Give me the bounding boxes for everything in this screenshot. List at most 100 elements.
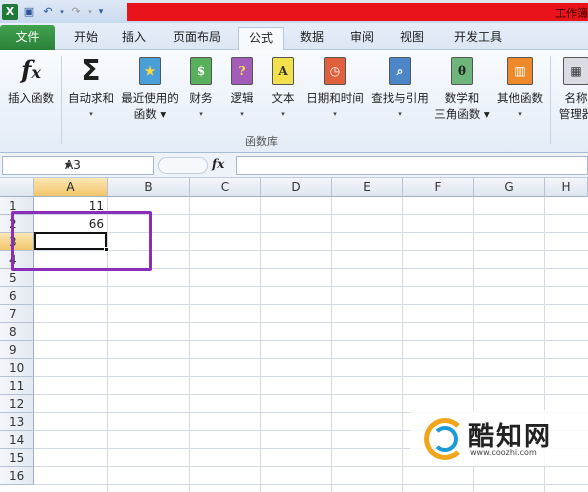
- redo-icon[interactable]: ↷: [68, 4, 84, 20]
- formula-bar-controls: [158, 157, 208, 174]
- tab-insert[interactable]: 插入: [114, 27, 154, 50]
- button-label: 自动求和: [68, 91, 114, 105]
- text-book-icon: A: [268, 55, 298, 87]
- quick-access-toolbar: X ▣ ↶ ▾ ↷ ▾ ▾: [2, 2, 106, 21]
- row-header-8[interactable]: 8: [0, 323, 34, 341]
- chevron-down-icon: ▾: [398, 110, 402, 118]
- tab-developer[interactable]: 开发工具: [446, 27, 510, 50]
- row-header-16[interactable]: 16: [0, 467, 34, 485]
- customize-qat-icon[interactable]: ▾: [96, 4, 106, 20]
- row-header-5[interactable]: 5: [0, 269, 34, 287]
- button-label: 日期和时间: [306, 91, 364, 105]
- calendar-book-icon: ◷: [320, 55, 350, 87]
- column-header-b[interactable]: B: [108, 178, 190, 197]
- sigma-icon: Σ: [81, 54, 101, 87]
- column-header-a[interactable]: A: [34, 178, 108, 197]
- row-header-9[interactable]: 9: [0, 341, 34, 359]
- fx-icon: fx: [21, 54, 41, 84]
- watermark-url: www.coozhi.com: [470, 448, 537, 457]
- books-stack-icon: ▥: [505, 55, 535, 87]
- chevron-down-icon: ▾: [281, 110, 285, 118]
- name-manager-icon: ▦: [561, 55, 588, 87]
- row-header-6[interactable]: 6: [0, 287, 34, 305]
- row-header-14[interactable]: 14: [0, 431, 34, 449]
- autosum-button[interactable]: Σ 自动求和 ▾: [63, 55, 119, 122]
- name-box[interactable]: A3 ▼: [2, 156, 154, 175]
- column-header-f[interactable]: F: [403, 178, 474, 197]
- tab-home[interactable]: 开始: [64, 27, 108, 50]
- column-line: [189, 197, 190, 492]
- separator: [61, 56, 62, 144]
- text-button[interactable]: A 文本 ▾: [265, 55, 301, 122]
- separator: [550, 56, 551, 144]
- select-all-corner[interactable]: [0, 178, 34, 197]
- chevron-down-icon: ▾: [518, 110, 522, 118]
- column-header-g[interactable]: G: [474, 178, 545, 197]
- button-label: 最近使用的: [121, 91, 179, 105]
- formula-bar: A3 ▼ fx: [0, 153, 588, 178]
- name-manager-button[interactable]: ▦ 名称 管理器: [553, 55, 588, 122]
- chevron-down-icon: ▾: [333, 110, 337, 118]
- tab-review[interactable]: 审阅: [342, 27, 382, 50]
- ribbon-tabs: 文件 开始 插入 页面布局 公式 数据 审阅 视图 开发工具: [0, 23, 588, 51]
- math-trig-button[interactable]: θ 数学和 三角函数 ▾: [432, 55, 492, 122]
- recently-used-button[interactable]: ★ 最近使用的 函数 ▾: [119, 55, 181, 122]
- button-label: 名称: [564, 91, 588, 105]
- column-line: [260, 197, 261, 492]
- undo-icon[interactable]: ↶: [40, 4, 56, 20]
- lookup-reference-button[interactable]: ⌕ 查找与引用 ▾: [368, 55, 432, 122]
- insert-function-icon[interactable]: fx: [212, 157, 224, 171]
- ribbon-panel: fx 插入函数 Σ 自动求和 ▾ ★ 最近使用的 函数 ▾ $ 财务 ▾ ? 逻…: [0, 50, 588, 153]
- tab-data[interactable]: 数据: [292, 27, 332, 50]
- button-label-2: 函数 ▾: [133, 107, 167, 121]
- financial-button[interactable]: $ 财务 ▾: [183, 55, 219, 122]
- button-label: 插入函数: [8, 91, 54, 105]
- row-header-11[interactable]: 11: [0, 377, 34, 395]
- magnifier-book-icon: ⌕: [385, 55, 415, 87]
- button-label-2: 管理器: [558, 107, 588, 121]
- logical-book-icon: ?: [227, 55, 257, 87]
- chevron-down-icon: ▾: [89, 110, 93, 118]
- row-header-15[interactable]: 15: [0, 449, 34, 467]
- column-header-c[interactable]: C: [190, 178, 261, 197]
- save-icon[interactable]: ▣: [21, 4, 37, 20]
- title-bar: X ▣ ↶ ▾ ↷ ▾ ▾ 工作簿: [0, 0, 588, 23]
- group-label: 函数库: [245, 135, 278, 148]
- formula-input[interactable]: [236, 156, 588, 175]
- tab-page-layout[interactable]: 页面布局: [164, 27, 230, 50]
- button-label: 逻辑: [230, 91, 254, 105]
- highlight-annotation-box: [11, 211, 152, 271]
- tab-file[interactable]: 文件: [0, 25, 55, 50]
- excel-icon[interactable]: X: [2, 3, 18, 20]
- button-label: 文本: [271, 91, 295, 105]
- button-label: 其他函数: [497, 91, 543, 105]
- button-label: 查找与引用: [371, 91, 429, 105]
- watermark: 酷知网 www.coozhi.com: [410, 410, 588, 466]
- column-header-d[interactable]: D: [261, 178, 332, 197]
- row-header-13[interactable]: 13: [0, 413, 34, 431]
- tab-view[interactable]: 视图: [392, 27, 432, 50]
- button-label: 数学和: [444, 91, 480, 105]
- financial-book-icon: $: [186, 55, 216, 87]
- tab-formulas[interactable]: 公式: [238, 27, 284, 51]
- column-header-h[interactable]: H: [545, 178, 588, 197]
- redo-dropdown-icon[interactable]: ▾: [87, 4, 93, 20]
- theta-book-icon: θ: [447, 55, 477, 87]
- column-line: [331, 197, 332, 492]
- button-label-2: 三角函数 ▾: [434, 107, 490, 121]
- row-header-7[interactable]: 7: [0, 305, 34, 323]
- insert-function-button[interactable]: fx 插入函数: [3, 55, 59, 106]
- logical-button[interactable]: ? 逻辑 ▾: [224, 55, 260, 122]
- star-book-icon: ★: [135, 55, 165, 87]
- more-functions-button[interactable]: ▥ 其他函数 ▾: [493, 55, 547, 122]
- button-label: 财务: [189, 91, 213, 105]
- window-title: 工作簿: [555, 7, 588, 20]
- date-time-button[interactable]: ◷ 日期和时间 ▾: [303, 55, 367, 122]
- chevron-down-icon: ▾: [240, 110, 244, 118]
- column-header-e[interactable]: E: [332, 178, 403, 197]
- row-header-12[interactable]: 12: [0, 395, 34, 413]
- chevron-down-icon: ▾: [199, 110, 203, 118]
- undo-dropdown-icon[interactable]: ▾: [59, 4, 65, 20]
- row-header-10[interactable]: 10: [0, 359, 34, 377]
- chevron-down-icon[interactable]: ▼: [65, 157, 150, 174]
